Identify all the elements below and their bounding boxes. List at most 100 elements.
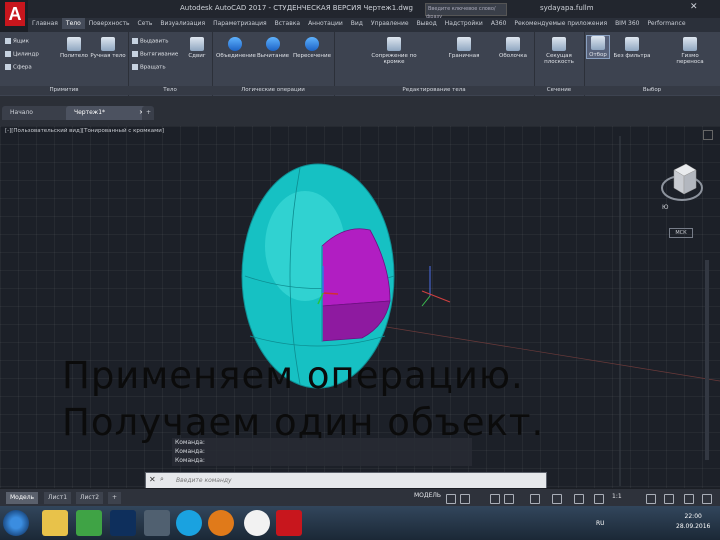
user-name[interactable]: sydayapa.fullm [540,4,594,12]
annotation-icon[interactable] [594,494,604,504]
panel-solid: Выдавить Вытягивание Вращать Сдвиг Тело [128,32,213,96]
blender-icon[interactable] [208,510,234,536]
file-explorer-icon[interactable] [42,510,68,536]
photoshop-icon[interactable] [110,510,136,536]
ribbon-tab[interactable]: Вид [347,18,367,29]
skype-icon[interactable] [176,510,202,536]
torrent-icon[interactable] [76,510,102,536]
intersect-icon [305,37,319,51]
model-space-label[interactable]: МОДЕЛЬ [414,492,441,499]
extrude-item[interactable]: Выдавить [132,38,169,45]
ribbon-tab[interactable]: Управление [367,18,413,29]
primitive-box[interactable]: Ящик [5,38,29,45]
ribbon-tab[interactable]: Надстройки [441,18,487,29]
close-command-icon[interactable]: ✕ [149,475,156,484]
fillet-edge-button[interactable]: Сопряжение по кромке [364,37,424,65]
viewcube[interactable]: Ю [660,158,704,218]
move-gizmo-button[interactable]: Гизмо переноса [668,37,712,65]
panel-title: Редактирование тела [334,86,534,95]
lineweight-icon[interactable] [552,494,562,504]
add-layout-plus-icon[interactable]: + [108,492,122,504]
primitive-cylinder[interactable]: Цилиндр [5,51,39,58]
isolate-icon[interactable] [664,494,674,504]
ortho-icon[interactable] [490,494,500,504]
section-plane-button[interactable]: Секущая плоскость [536,37,582,65]
ribbon-tab[interactable]: Поверхность [85,18,134,29]
windows-start-icon[interactable] [3,510,29,536]
osnap-icon[interactable] [530,494,540,504]
new-tab-plus-icon[interactable]: + [142,106,154,120]
transparency-icon[interactable] [574,494,584,504]
nav-scrollbar[interactable] [705,260,709,460]
wcs-dropdown[interactable]: МСК [669,228,693,238]
search-icon[interactable]: ⌕ [160,475,164,484]
ribbon-tab[interactable]: Аннотации [304,18,347,29]
subtract-icon [266,37,280,51]
no-filter-icon [625,37,639,51]
culling-icon [591,36,605,50]
taskbar: RU [0,506,720,540]
panel-editing: Сопряжение по кромке Граничная Оболочка … [334,32,535,96]
fillet-edge-icon [387,37,401,51]
ribbon-tab[interactable]: Performance [643,18,689,29]
viewport-label[interactable]: [-][Пользовательский вид][Тонированный с… [5,128,164,134]
shell-button[interactable]: Оболочка [494,37,532,59]
taskbar-clock[interactable]: 22:00 28.09.2016 [676,512,710,532]
ribbon-tab[interactable]: Параметризация [209,18,271,29]
doc-tab-start[interactable]: Начало [2,106,72,120]
scale-label[interactable]: 1:1 [612,493,622,500]
polysolid-button[interactable]: Политело [58,37,90,59]
search-box[interactable]: Введите ключевое слово/фразу [425,3,507,20]
boundary-icon [457,37,471,51]
snap-icon[interactable] [460,494,470,504]
sweep-item[interactable]: Вытягивание [132,51,178,58]
ribbon-tab[interactable]: Тело [61,18,85,29]
clock-time: 22:00 [684,513,702,520]
intersect-button[interactable]: Пересечение [292,37,332,59]
app-logo[interactable]: A [0,0,28,32]
move-gizmo-icon [683,37,697,51]
primitive-sphere[interactable]: Сфера [5,64,32,71]
panel-title: Выбор [584,86,720,95]
close-icon[interactable]: ✕ [690,2,698,12]
autocad-taskbar-icon[interactable] [276,510,302,536]
layout-tab-model[interactable]: Модель [6,492,39,504]
fullscreen-icon[interactable] [684,494,694,504]
union-button[interactable]: Объединение [216,37,256,59]
sweep-icon [132,51,138,57]
clock-date: 28.09.2016 [676,523,711,530]
revolve-icon [132,64,138,70]
gimp-icon[interactable] [144,510,170,536]
no-filter-button[interactable]: Без фильтра [612,37,652,59]
command-history: Команда: Команда: Команда: [172,438,472,466]
ribbon-tab[interactable]: BIM 360 [611,18,643,29]
customize-menu-icon[interactable] [702,494,712,504]
logo-letter: A [5,2,25,26]
polar-icon[interactable] [504,494,514,504]
doc-tab-drawing1[interactable]: Чертеж1*× [66,106,148,120]
extrude-icon [132,38,138,44]
yandex-browser-icon[interactable] [244,510,270,536]
shift-button[interactable]: Сдвиг [184,37,210,59]
revolve-item[interactable]: Вращать [132,64,166,71]
ribbon-tab[interactable]: Рекомендуемые приложения [510,18,611,29]
boundary-button[interactable]: Граничная [442,37,486,59]
ribbon-tab[interactable]: Вставка [271,18,304,29]
ribbon-tab[interactable]: A360 [487,18,511,29]
culling-button[interactable]: Отбор [586,35,610,59]
language-indicator[interactable]: RU [596,520,605,527]
command-input[interactable] [176,474,536,486]
ribbon-tab[interactable]: Сеть [134,18,157,29]
ribbon-tab[interactable]: Вывод [413,18,441,29]
panel-selection: Отбор Без фильтра Гизмо переноса Выбор [584,32,720,96]
panel-section: Секущая плоскость Сечение [534,32,585,96]
layout-tab-sheet1[interactable]: Лист1 [44,492,72,504]
manual-solid-button[interactable]: Ручная тело [90,37,126,59]
ribbon-tab[interactable]: Визуализация [156,18,209,29]
workspace-gear-icon[interactable] [646,494,656,504]
maximize-icon[interactable] [703,130,713,140]
grid-icon[interactable] [446,494,456,504]
subtract-button[interactable]: Вычитание [254,37,292,59]
ribbon-tab[interactable]: Главная [28,18,62,29]
layout-tab-sheet2[interactable]: Лист2 [76,492,104,504]
